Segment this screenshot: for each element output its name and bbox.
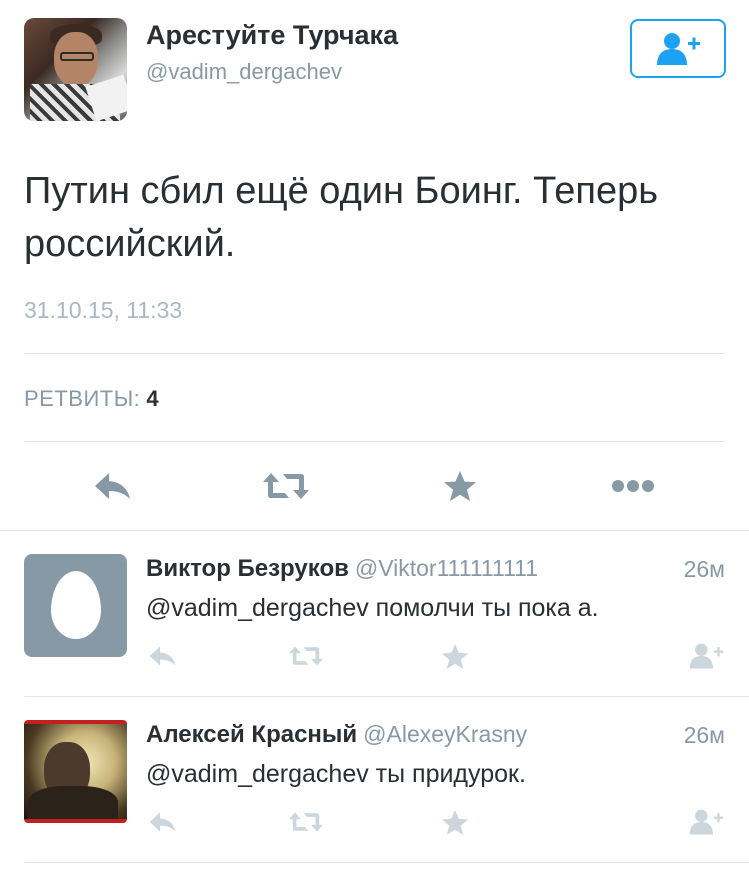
reply-time: 26м [683, 556, 725, 582]
avatar-body [28, 786, 118, 819]
divider [24, 353, 725, 354]
add-user-icon [689, 809, 724, 835]
author-name[interactable]: Арестуйте Турчака [146, 20, 398, 51]
retweet-icon [289, 646, 323, 666]
star-icon [444, 471, 476, 501]
reply-retweet-button[interactable] [286, 642, 326, 670]
reply-icon [95, 473, 130, 499]
retweet-icon [289, 812, 323, 832]
reply-like-button[interactable] [438, 640, 472, 672]
reply-icon [149, 812, 176, 832]
reply-avatar[interactable] [24, 554, 127, 657]
reply-author-handle: @Viktor111111111 [354, 555, 539, 581]
reply-retweet-button[interactable] [286, 808, 326, 836]
reply-item[interactable]: Алексей Красный @AlexeyKrasny 26м @vadim_… [0, 696, 749, 862]
reply-author[interactable]: Виктор Безруков @Viktor111111111 [146, 555, 538, 583]
tweet-timestamp: 31.10.15, 11:33 [24, 297, 183, 323]
reply-author[interactable]: Алексей Красный @AlexeyKrasny [146, 721, 527, 749]
reply-icon [149, 646, 176, 666]
star-icon [441, 809, 469, 835]
retweet-icon [263, 473, 309, 499]
like-button[interactable] [438, 466, 482, 506]
retweets-count: 4 [146, 386, 160, 411]
reply-item[interactable]: Виктор Безруков @Viktor111111111 26м @vad… [0, 530, 749, 696]
reply-reply-button[interactable] [146, 808, 180, 836]
reply-author-handle: @AlexeyKrasny [363, 721, 528, 747]
reply-follow-button[interactable] [686, 806, 726, 838]
retweets-stat[interactable]: РЕТВИТЫ: 4 [24, 386, 159, 412]
author-handle[interactable]: @vadim_dergachev [146, 59, 342, 85]
retweets-label: РЕТВИТЫ: [24, 386, 141, 411]
tweet-header: Арестуйте Турчака @vadim_dergachev [0, 0, 749, 150]
reply-button[interactable] [88, 466, 138, 506]
add-user-icon [689, 643, 724, 669]
more-icon [612, 480, 654, 492]
egg-avatar-icon [51, 571, 101, 639]
reply-follow-button[interactable] [686, 640, 726, 672]
star-icon [441, 643, 469, 669]
reply-reply-button[interactable] [146, 642, 180, 670]
more-button[interactable] [610, 466, 656, 506]
follow-button[interactable] [630, 19, 726, 78]
retweet-button[interactable] [259, 466, 313, 506]
reply-time: 26м [683, 722, 725, 748]
reply-text: @vadim_dergachev помолчи ты пока а. [146, 594, 599, 622]
author-avatar[interactable] [24, 18, 127, 121]
add-user-icon [657, 32, 700, 65]
avatar-glasses [60, 52, 94, 61]
reply-like-button[interactable] [438, 806, 472, 838]
reply-author-name: Алексей Красный [146, 721, 358, 748]
tweet-text: Путин сбил ещё один Боинг. Теперь россий… [24, 170, 659, 265]
divider [24, 862, 749, 863]
reply-author-name: Виктор Безруков [146, 555, 349, 582]
divider [24, 441, 725, 442]
reply-text: @vadim_dergachev ты придурок. [146, 760, 526, 788]
reply-avatar[interactable] [24, 720, 127, 823]
